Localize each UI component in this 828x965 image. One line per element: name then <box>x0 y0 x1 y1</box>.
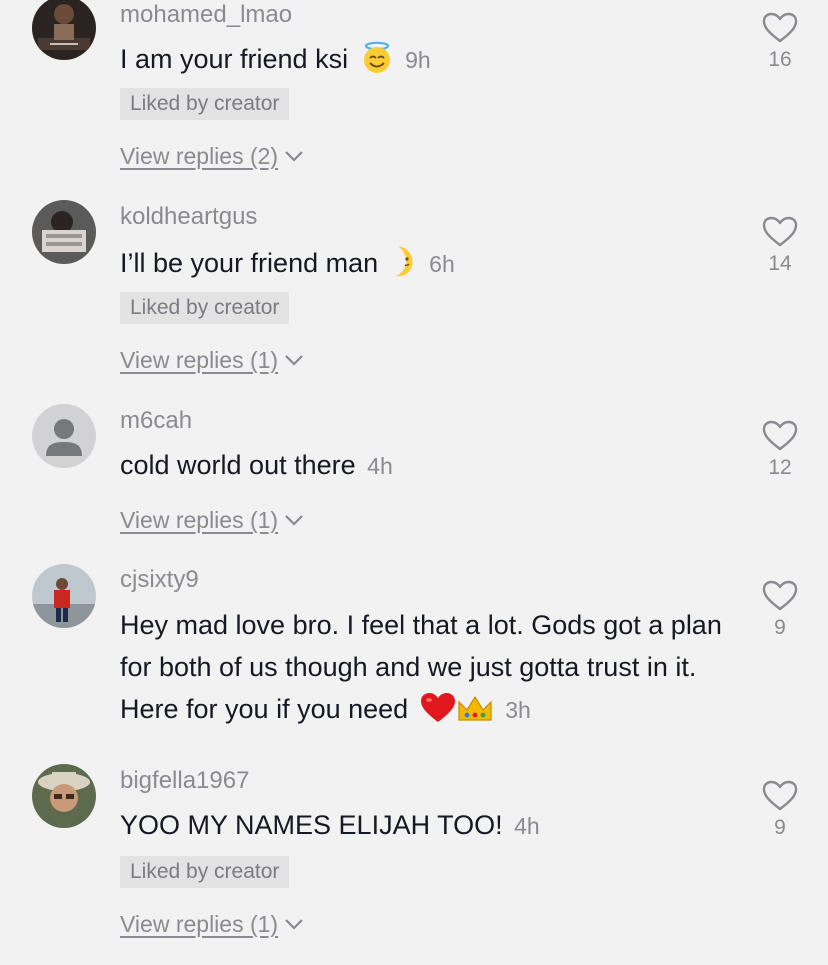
innocent-smile-icon <box>360 40 394 86</box>
comment-text-block: I’ll be your friend man 6h <box>120 242 730 290</box>
default-avatar-icon <box>32 404 96 468</box>
comment-username[interactable]: mohamed_lmao <box>120 0 292 30</box>
chevron-down-icon <box>285 151 303 162</box>
like-count: 9 <box>774 816 786 839</box>
avatar[interactable] <box>32 0 96 60</box>
chevron-down-icon <box>285 515 303 526</box>
avatar-image <box>32 200 96 264</box>
like-count: 9 <box>774 616 786 639</box>
like-button[interactable]: 14 <box>758 216 802 276</box>
heart-outline-icon <box>762 780 798 811</box>
heart-outline-icon <box>762 580 798 611</box>
crescent-moon-icon <box>390 244 418 290</box>
heart-outline-icon <box>762 420 798 451</box>
comment-time: 3h <box>505 697 531 723</box>
comment-text-block: cold world out there 4h <box>120 444 730 487</box>
like-button[interactable]: 9 <box>758 780 802 840</box>
like-count: 14 <box>768 252 792 275</box>
comment-time: 4h <box>514 813 540 839</box>
crown-icon <box>456 694 494 736</box>
comment-username[interactable]: cjsixty9 <box>120 565 199 595</box>
view-replies-label: View replies (1) <box>120 911 279 937</box>
like-count: 12 <box>768 456 792 479</box>
view-replies-link[interactable]: View replies (1) <box>120 909 304 939</box>
heart-outline-icon <box>762 12 798 43</box>
liked-by-creator-badge: Liked by creator <box>120 856 290 888</box>
avatar[interactable] <box>32 764 96 828</box>
comment-text: I am your friend ksi <box>120 44 349 74</box>
avatar-image <box>32 764 96 828</box>
red-heart-icon <box>420 692 456 736</box>
like-button[interactable]: 9 <box>758 580 802 640</box>
liked-by-creator-badge: Liked by creator <box>120 88 290 120</box>
comment-text-block: YOO MY NAMES ELIJAH TOO! 4h <box>120 804 730 847</box>
comment-text: I’ll be your friend man <box>120 248 379 278</box>
view-replies-link[interactable]: View replies (1) <box>120 345 304 375</box>
liked-by-creator-badge: Liked by creator <box>120 292 290 324</box>
comment-time: 9h <box>405 47 431 73</box>
heart-outline-icon <box>762 216 798 247</box>
view-replies-label: View replies (1) <box>120 507 279 533</box>
view-replies-label: View replies (2) <box>120 143 279 169</box>
comment-username[interactable]: bigfella1967 <box>120 766 249 796</box>
like-button[interactable]: 16 <box>758 12 802 72</box>
comment-username[interactable]: koldheartgus <box>120 202 257 232</box>
comment-username[interactable]: m6cah <box>120 406 192 436</box>
avatar-image <box>32 0 96 60</box>
like-button[interactable]: 12 <box>758 420 802 480</box>
comment-text: cold world out there <box>120 450 356 480</box>
comment-text-block: I am your friend ksi 9h <box>120 38 730 86</box>
chevron-down-icon <box>285 355 303 366</box>
comment-time: 6h <box>429 251 455 277</box>
avatar[interactable] <box>32 404 96 468</box>
avatar[interactable] <box>32 200 96 264</box>
view-replies-link[interactable]: View replies (2) <box>120 141 304 171</box>
comment-time: 4h <box>367 453 393 479</box>
avatar-image <box>32 564 96 628</box>
avatar[interactable] <box>32 564 96 628</box>
chevron-down-icon <box>285 919 303 930</box>
view-replies-link[interactable]: View replies (1) <box>120 505 304 535</box>
like-count: 16 <box>768 48 792 71</box>
comment-text-block: Hey mad love bro. I feel that a lot. God… <box>120 604 730 736</box>
view-replies-label: View replies (1) <box>120 347 279 373</box>
comment-text: YOO MY NAMES ELIJAH TOO! <box>120 810 503 840</box>
